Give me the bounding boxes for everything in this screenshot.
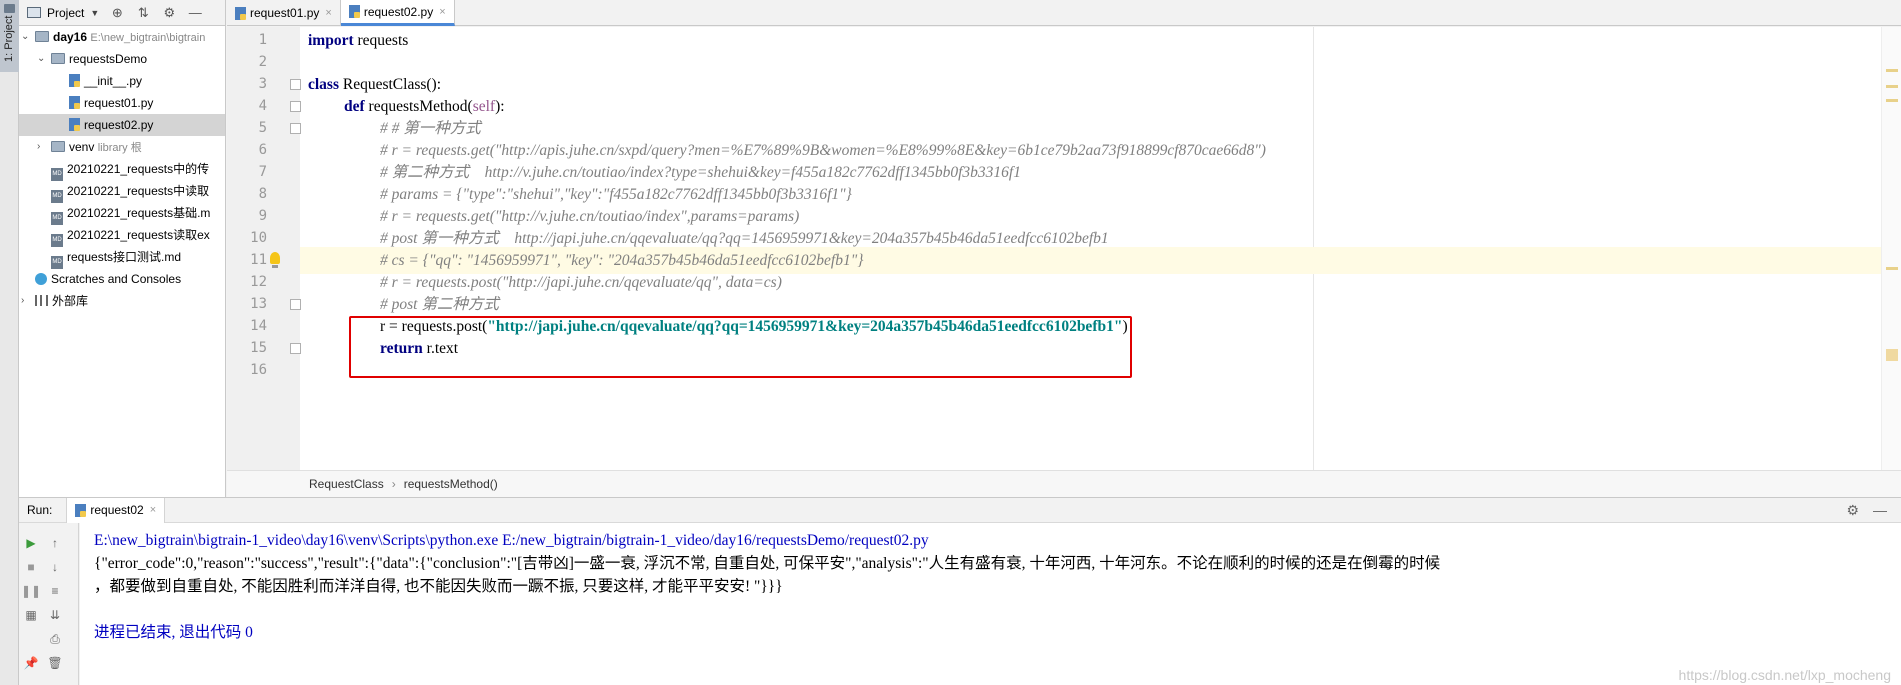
scratches-icon xyxy=(35,273,47,285)
python-file-icon xyxy=(69,96,80,109)
minimize-icon[interactable]: — xyxy=(187,5,203,21)
tree-item-request02-py[interactable]: request02.py xyxy=(19,114,225,136)
close-icon[interactable]: × xyxy=(325,7,331,19)
watermark: https://blog.csdn.net/lxp_mocheng xyxy=(1678,667,1891,683)
run-label: Run: xyxy=(27,503,53,517)
inspection-mark[interactable] xyxy=(1886,349,1898,361)
error-stripe-mark[interactable] xyxy=(1886,69,1898,72)
fold-icon[interactable] xyxy=(290,101,301,112)
run-panel-header: Run: request02 × ⚙ — xyxy=(19,497,1901,523)
fold-icon[interactable] xyxy=(290,343,301,354)
project-tool-label: 1: Project xyxy=(3,15,15,62)
tree-item-request01-py[interactable]: request01.py xyxy=(19,92,225,114)
console-output-line-1: {"error_code":0,"reason":"success","resu… xyxy=(94,555,1441,572)
tab-request02[interactable]: request02.py × xyxy=(340,0,455,26)
tree-item-init-py[interactable]: __init__.py xyxy=(19,70,225,92)
library-icon xyxy=(35,295,48,306)
fold-icon[interactable] xyxy=(290,123,301,134)
project-panel: Project ▼ ⊕ ⇅ ⚙ — ⌄ day16 E:\new_bigtrai… xyxy=(19,0,226,497)
stop-icon[interactable]: ■ xyxy=(23,559,39,575)
breadcrumb: RequestClass › requestsMethod() xyxy=(227,470,1901,497)
chevron-down-icon[interactable]: ⌄ xyxy=(21,26,29,48)
pin-icon[interactable]: 📌 xyxy=(23,655,39,671)
up-arrow-icon[interactable]: ↑ xyxy=(47,535,63,551)
project-tool-icon xyxy=(4,4,15,13)
minimize-icon[interactable]: — xyxy=(1873,502,1887,519)
chevron-right-icon: › xyxy=(391,477,396,491)
run-toolbar: ▶ ↑ ■ ↓ ❚❚ ≡ ▦ ⇊ ⎙ 📌 🗑 xyxy=(19,523,79,685)
down-arrow-icon[interactable]: ↓ xyxy=(47,559,63,575)
error-stripe-mark[interactable] xyxy=(1886,99,1898,102)
project-tool-tab[interactable]: 1: Project xyxy=(0,0,19,72)
layout-icon[interactable]: ▦ xyxy=(23,607,39,623)
soft-wrap-icon[interactable]: ≡ xyxy=(47,583,63,599)
error-stripe-mark[interactable] xyxy=(1886,85,1898,88)
code-area[interactable]: 1 import requests 2 3 class RequestClass… xyxy=(250,27,1881,470)
editor-tabs: request01.py × request02.py × xyxy=(227,0,1901,26)
chevron-down-icon[interactable]: ▼ xyxy=(90,8,99,18)
chevron-right-icon[interactable]: › xyxy=(21,290,24,312)
close-icon[interactable]: × xyxy=(439,6,445,18)
project-view-icon xyxy=(27,7,41,18)
fold-icon[interactable] xyxy=(290,299,301,310)
python-file-icon xyxy=(348,5,360,18)
chevron-down-icon[interactable]: ⌄ xyxy=(37,48,45,70)
python-file-icon xyxy=(69,74,80,87)
trash-icon[interactable]: 🗑 xyxy=(47,655,63,671)
tree-item-day16[interactable]: ⌄ day16 E:\new_bigtrain\bigtrain xyxy=(19,26,225,48)
gear-icon[interactable]: ⚙ xyxy=(1846,502,1859,519)
pause-icon[interactable]: ❚❚ xyxy=(21,583,41,599)
tree-item-md-4[interactable]: MD 20210221_requests读取ex xyxy=(19,224,225,247)
scroll-to-end-icon[interactable]: ⇊ xyxy=(47,607,63,623)
run-console[interactable]: E:\new_bigtrain\bigtrain-1_video\day16\v… xyxy=(80,523,1901,685)
editor-scrollbar[interactable] xyxy=(1881,27,1901,470)
console-exit-message: 进程已结束, 退出代码 0 xyxy=(94,624,253,641)
console-output-line-2: ，都要做到自重自处, 不能因胜利而洋洋自得, 也不能因失败而一蹶不振, 只要这样… xyxy=(94,578,783,595)
folder-icon xyxy=(35,31,49,42)
project-view-title[interactable]: Project xyxy=(47,6,84,20)
folder-icon xyxy=(51,141,65,152)
breadcrumb-class[interactable]: RequestClass xyxy=(309,477,384,491)
tree-item-md-3[interactable]: MD 20210221_requests基础.m xyxy=(19,202,225,225)
folder-icon xyxy=(51,53,65,64)
close-icon[interactable]: × xyxy=(150,504,156,516)
locate-icon[interactable]: ⊕ xyxy=(109,5,125,21)
tree-item-venv[interactable]: › venv library 根 xyxy=(19,136,225,158)
tree-item-md-1[interactable]: MD 20210221_requests中的传 xyxy=(19,158,225,181)
gear-icon[interactable]: ⚙ xyxy=(161,5,177,21)
code-editor[interactable]: 1 import requests 2 3 class RequestClass… xyxy=(227,27,1901,470)
lightbulb-icon[interactable] xyxy=(270,252,280,268)
tree-item-md-5[interactable]: MD requests接口测试.md xyxy=(19,246,225,269)
tool-window-stripe: 1: Project xyxy=(0,0,19,685)
project-header: Project ▼ ⊕ ⇅ ⚙ — xyxy=(19,0,225,26)
python-file-icon xyxy=(235,6,246,20)
tab-request01[interactable]: request01.py × xyxy=(227,0,341,26)
tree-item-scratches[interactable]: Scratches and Consoles xyxy=(19,268,225,290)
python-file-icon xyxy=(69,118,80,131)
fold-icon[interactable] xyxy=(290,79,301,90)
tree-item-external-libs[interactable]: › 外部库 xyxy=(19,290,225,312)
console-command[interactable]: E:\new_bigtrain\bigtrain-1_video\day16\v… xyxy=(94,529,929,553)
run-tab-request02[interactable]: request02 × xyxy=(66,497,166,523)
breadcrumb-method[interactable]: requestsMethod() xyxy=(404,477,498,491)
rerun-icon[interactable]: ▶ xyxy=(23,535,39,551)
tree-item-requestsdemo[interactable]: ⌄ requestsDemo xyxy=(19,48,225,70)
tree-item-md-2[interactable]: MD 20210221_requests中读取 xyxy=(19,180,225,203)
error-stripe-mark[interactable] xyxy=(1886,267,1898,270)
chevron-right-icon[interactable]: › xyxy=(37,136,40,158)
collapse-all-icon[interactable]: ⇅ xyxy=(135,5,151,21)
project-tree: ⌄ day16 E:\new_bigtrain\bigtrain ⌄ reque… xyxy=(19,26,225,312)
highlight-annotation-box xyxy=(349,316,1132,378)
print-icon[interactable]: ⎙ xyxy=(47,631,63,647)
python-file-icon xyxy=(75,503,87,517)
